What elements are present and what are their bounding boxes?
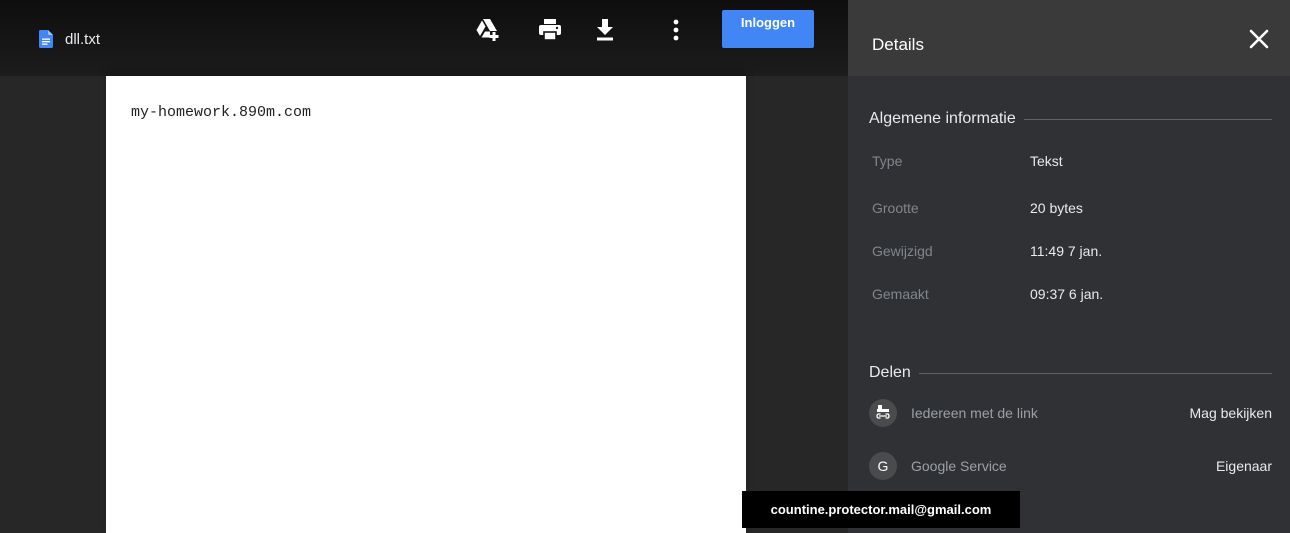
detail-value: Tekst	[1030, 153, 1063, 169]
more-vert-icon[interactable]	[662, 16, 690, 44]
section-divider	[1023, 118, 1272, 120]
share-row-link: Iedereen met de link Mag bekijken	[869, 399, 1272, 429]
email-tooltip: countine.protector.mail@gmail.com	[742, 491, 1020, 528]
document-content: my-homework.890m.com	[131, 104, 312, 121]
details-title: Details	[872, 35, 924, 54]
share-role: Mag bekijken	[1189, 405, 1273, 421]
google-docs-icon	[39, 30, 53, 48]
share-who: Google Service	[911, 458, 1007, 474]
detail-label: Gewijzigd	[872, 243, 933, 259]
document-page: my-homework.890m.com	[106, 76, 746, 533]
detail-label: Type	[872, 153, 903, 169]
details-panel: Details Algemene informatie Type Tekst G…	[848, 0, 1290, 533]
section-divider	[918, 372, 1272, 374]
owner-avatar[interactable]: G	[869, 452, 897, 480]
general-info-title: Algemene informatie	[869, 110, 1016, 127]
file-name: dll.txt	[65, 30, 101, 48]
share-who: Iedereen met de link	[911, 405, 1038, 421]
detail-value: 09:37 6 jan.	[1030, 286, 1104, 302]
detail-label: Gemaakt	[872, 286, 929, 302]
details-header: Details	[848, 0, 1290, 76]
close-icon[interactable]	[1246, 26, 1272, 52]
file-viewer: dll.txt Inloggen my-homework.890m.com	[0, 0, 848, 533]
link-share-icon	[869, 399, 897, 427]
print-icon[interactable]	[536, 16, 564, 44]
file-title: dll.txt	[39, 30, 100, 48]
add-to-drive-icon[interactable]	[474, 16, 502, 44]
share-title: Delen	[869, 364, 911, 381]
download-icon[interactable]	[591, 16, 619, 44]
general-info-section: Algemene informatie	[869, 110, 1272, 128]
share-row-owner: G Google Service Eigenaar	[869, 452, 1272, 482]
login-button[interactable]: Inloggen	[722, 10, 814, 48]
share-role: Eigenaar	[1215, 458, 1272, 474]
viewer-toolbar: dll.txt Inloggen	[0, 0, 848, 76]
share-section: Delen	[869, 364, 1272, 382]
detail-label: Grootte	[872, 200, 919, 216]
detail-value: 11:49 7 jan.	[1030, 243, 1103, 259]
detail-value: 20 bytes	[1030, 200, 1083, 216]
